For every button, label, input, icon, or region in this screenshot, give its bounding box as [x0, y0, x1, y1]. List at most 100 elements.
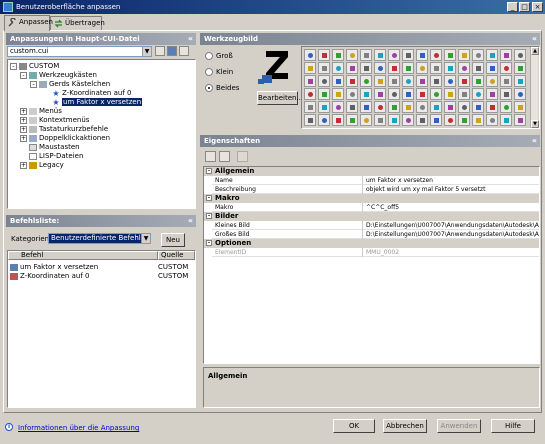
- palette-image-icon[interactable]: [402, 114, 414, 126]
- tree-node-menues[interactable]: + Menüs: [20, 107, 62, 115]
- palette-image-icon[interactable]: [486, 88, 498, 100]
- palette-image-icon[interactable]: [318, 62, 330, 74]
- tree-node-faktor[interactable]: ★ um Faktor x versetzen: [52, 98, 143, 106]
- palette-image-icon[interactable]: [514, 114, 526, 126]
- palette-image-icon[interactable]: [444, 114, 456, 126]
- close-button[interactable]: ×: [532, 2, 543, 12]
- category-combo[interactable]: Benutzerdefinierte Befehle ▼: [48, 233, 151, 244]
- tree-node-maustasten[interactable]: Maustasten: [29, 143, 80, 151]
- palette-image-icon[interactable]: [500, 88, 512, 100]
- palette-image-icon[interactable]: [388, 75, 400, 87]
- palette-image-icon[interactable]: [318, 101, 330, 113]
- tree-node-doppelklick[interactable]: + Doppelklickaktionen: [20, 134, 110, 142]
- palette-image-icon[interactable]: [402, 49, 414, 61]
- palette-image-icon[interactable]: [374, 49, 386, 61]
- palette-image-icon[interactable]: [318, 49, 330, 61]
- palette-image-icon[interactable]: [318, 75, 330, 87]
- palette-image-icon[interactable]: [458, 49, 470, 61]
- category-makro[interactable]: - Makro: [204, 194, 539, 203]
- palette-image-icon[interactable]: [332, 49, 344, 61]
- palette-image-icon[interactable]: [486, 101, 498, 113]
- palette-image-icon[interactable]: [500, 101, 512, 113]
- palette-image-icon[interactable]: [416, 49, 428, 61]
- palette-image-icon[interactable]: [318, 114, 330, 126]
- list-view-icon[interactable]: [179, 46, 189, 56]
- palette-image-icon[interactable]: [458, 88, 470, 100]
- category-optionen[interactable]: - Optionen: [204, 239, 539, 248]
- palette-image-icon[interactable]: [388, 101, 400, 113]
- image-palette[interactable]: ▲ ▼: [301, 46, 540, 129]
- palette-image-icon[interactable]: [486, 75, 498, 87]
- chevron-down-icon[interactable]: ▼: [141, 234, 150, 243]
- palette-image-icon[interactable]: [360, 88, 372, 100]
- palette-image-icon[interactable]: [360, 62, 372, 74]
- tab-anpassen[interactable]: Anpassen: [4, 15, 53, 31]
- palette-image-icon[interactable]: [458, 62, 470, 74]
- palette-image-icon[interactable]: [388, 62, 400, 74]
- palette-image-icon[interactable]: [304, 75, 316, 87]
- palette-image-icon[interactable]: [444, 49, 456, 61]
- palette-image-icon[interactable]: [472, 62, 484, 74]
- palette-image-icon[interactable]: [304, 114, 316, 126]
- open-file-icon[interactable]: [155, 46, 165, 56]
- palette-image-icon[interactable]: [430, 101, 442, 113]
- save-icon[interactable]: [167, 46, 177, 56]
- palette-image-icon[interactable]: [472, 75, 484, 87]
- palette-image-icon[interactable]: [486, 114, 498, 126]
- category-bilder[interactable]: - Bilder: [204, 212, 539, 221]
- tree-node-lisp[interactable]: LISP-Dateien: [29, 152, 83, 160]
- palette-image-icon[interactable]: [374, 62, 386, 74]
- palette-image-icon[interactable]: [500, 62, 512, 74]
- palette-image-icon[interactable]: [304, 101, 316, 113]
- tree-node-toolbars[interactable]: - Werkzeugkästen: [20, 71, 97, 79]
- palette-image-icon[interactable]: [374, 101, 386, 113]
- palette-image-icon[interactable]: [500, 49, 512, 61]
- palette-image-icon[interactable]: [416, 114, 428, 126]
- palette-image-icon[interactable]: [318, 88, 330, 100]
- palette-image-icon[interactable]: [346, 62, 358, 74]
- palette-image-icon[interactable]: [430, 88, 442, 100]
- minimize-button[interactable]: _: [507, 2, 518, 12]
- scroll-down-icon[interactable]: ▼: [531, 120, 539, 128]
- palette-image-icon[interactable]: [346, 88, 358, 100]
- chevron-down-icon[interactable]: ▼: [142, 47, 151, 56]
- info-link[interactable]: Informationen über die Anpassung: [18, 424, 139, 432]
- palette-image-icon[interactable]: [402, 62, 414, 74]
- tree-node-legacy[interactable]: + Legacy: [20, 161, 64, 169]
- palette-image-icon[interactable]: [472, 114, 484, 126]
- palette-image-icon[interactable]: [458, 101, 470, 113]
- palette-image-icon[interactable]: [416, 101, 428, 113]
- tree-node-custom[interactable]: - CUSTOM: [10, 62, 59, 70]
- palette-image-icon[interactable]: [514, 101, 526, 113]
- palette-image-icon[interactable]: [402, 101, 414, 113]
- palette-image-icon[interactable]: [472, 49, 484, 61]
- edit-image-button[interactable]: Bearbeiten...: [257, 91, 303, 105]
- palette-image-icon[interactable]: [500, 75, 512, 87]
- palette-image-icon[interactable]: [374, 88, 386, 100]
- column-header-command[interactable]: Befehl: [8, 251, 158, 260]
- tree-node-gerds[interactable]: - Gerds Kästelchen: [30, 80, 110, 88]
- palette-image-icon[interactable]: [514, 62, 526, 74]
- collapse-icon[interactable]: «: [188, 33, 193, 45]
- new-command-button[interactable]: Neu: [161, 233, 185, 247]
- property-row-description[interactable]: Beschreibung objekt wird um xy mal Faktor…: [212, 185, 539, 194]
- palette-image-icon[interactable]: [486, 62, 498, 74]
- palette-image-icon[interactable]: [458, 75, 470, 87]
- palette-image-icon[interactable]: [444, 88, 456, 100]
- tree-node-z-koordinaten[interactable]: ★ Z-Koordinaten auf 0: [52, 89, 131, 97]
- table-row[interactable]: Z-Koordinaten auf 0 CUSTOM: [10, 272, 195, 280]
- apply-button[interactable]: Anwenden: [437, 419, 481, 433]
- cui-file-combo[interactable]: custom.cui ▼: [7, 46, 152, 57]
- customizations-tree[interactable]: - CUSTOM - Werkzeugkästen - Gerds Kästelche…: [7, 59, 196, 209]
- table-row[interactable]: um Faktor x versetzen CUSTOM: [10, 263, 195, 271]
- property-row-small-image[interactable]: Kleines Bild D:\Einstellungen\U007007\Anw…: [212, 221, 539, 230]
- collapse-icon[interactable]: «: [532, 33, 537, 45]
- palette-image-icon[interactable]: [388, 88, 400, 100]
- palette-image-icon[interactable]: [444, 101, 456, 113]
- palette-image-icon[interactable]: [416, 75, 428, 87]
- palette-image-icon[interactable]: [346, 114, 358, 126]
- palette-image-icon[interactable]: [472, 88, 484, 100]
- palette-scrollbar[interactable]: ▲ ▼: [530, 47, 539, 128]
- property-pages-icon[interactable]: [237, 151, 248, 162]
- maximize-button[interactable]: □: [519, 2, 530, 12]
